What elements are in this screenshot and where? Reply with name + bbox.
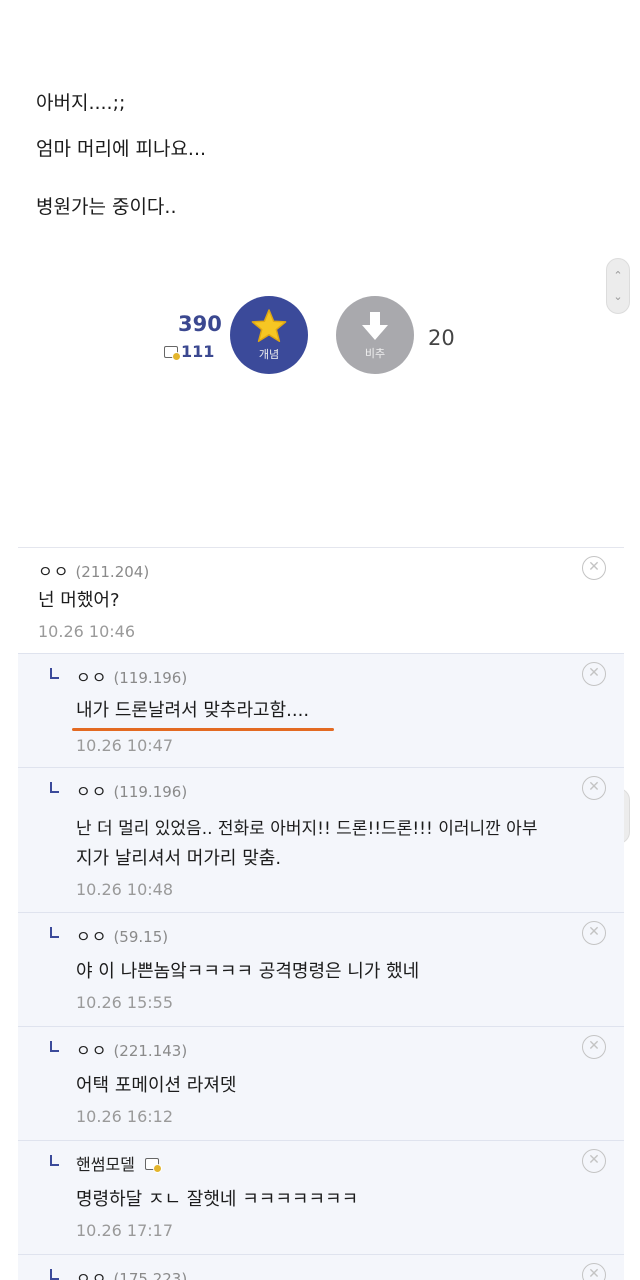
comment-header: ㅇㅇ (175.223) xyxy=(76,1265,187,1280)
comment-date: 10.26 10:46 xyxy=(38,622,135,641)
comment-date: 10.26 15:55 xyxy=(76,993,173,1012)
comment-list: ㅇㅇ (211.204) 넌 머했어? 10.26 10:46 ✕ ㅇㅇ (11… xyxy=(18,547,624,1280)
comment-text: 넌 머했어? xyxy=(38,590,120,611)
comment-date: 10.26 10:47 xyxy=(76,736,173,755)
reply-item: ㅇㅇ (221.143) 어택 포메이션 라져뎃 10.26 16:12 ✕ xyxy=(18,1027,624,1141)
comment-ip: (59.15) xyxy=(113,928,169,946)
post-line-1: 아버지....;; xyxy=(36,92,126,114)
comment-date: 10.26 10:48 xyxy=(76,880,173,899)
fixed-user-icon xyxy=(144,1158,162,1173)
reply-arrow-icon xyxy=(50,1041,59,1052)
reply-arrow-icon xyxy=(50,782,59,793)
reply-item: ㅇㅇ (119.196) 난 더 멀리 있었음.. 전화로 아버지!! 드론!!… xyxy=(18,768,624,913)
post-line-2: 엄마 머리에 피나요... xyxy=(36,138,207,160)
comment-nickname[interactable]: ㅇㅇ xyxy=(38,558,69,582)
comment-header: ㅇㅇ (59.15) xyxy=(76,923,168,947)
comment-header: ㅇㅇ (211.204) xyxy=(38,558,149,582)
comment-header: ㅇㅇ (119.196) xyxy=(76,664,187,688)
comment-text: 어택 포메이션 라져뎃 xyxy=(76,1075,237,1096)
comment-header: ㅇㅇ (221.143) xyxy=(76,1037,187,1061)
recommend-count: 390 xyxy=(178,312,222,336)
not-recommend-label: 비추 xyxy=(364,347,386,360)
recommend-button[interactable]: 개념 xyxy=(230,296,308,374)
circle-x-icon[interactable]: ✕ xyxy=(582,1149,606,1173)
comment-text: 야 이 나쁜놈앜ㅋㅋㅋㅋ 공격명령은 니가 했네 xyxy=(76,961,420,982)
comment-ip: (211.204) xyxy=(75,563,150,581)
comment-nickname[interactable]: ㅇㅇ xyxy=(76,1265,107,1280)
comment-nickname[interactable]: 핸썸모델 xyxy=(76,1151,135,1175)
comment-header: ㅇㅇ (119.196) xyxy=(76,778,187,802)
comment-text-line-1: 난 더 멀리 있었음.. 전화로 아버지!! 드론!!드론!!! 이러니깐 아부 xyxy=(76,819,538,839)
post-page: 아버지....;; 엄마 머리에 피나요... 병원가는 중이다.. ⌃ ⌄ ⌃… xyxy=(0,0,640,1280)
comment-item: ㅇㅇ (211.204) 넌 머했어? 10.26 10:46 ✕ xyxy=(18,548,624,654)
circle-x-icon[interactable]: ✕ xyxy=(582,1035,606,1059)
star-icon xyxy=(251,309,287,343)
comment-text-line-2: 지가 날리셔서 머가리 맞춤. xyxy=(76,848,282,869)
comment-text: 내가 드론날려서 맞추라고함.... xyxy=(76,700,310,721)
comment-nickname[interactable]: ㅇㅇ xyxy=(76,923,107,947)
reply-arrow-icon xyxy=(50,668,59,679)
fixed-recommend-value: 111 xyxy=(181,342,215,361)
circle-x-icon[interactable]: ✕ xyxy=(582,921,606,945)
arrow-down-icon xyxy=(362,312,388,340)
comment-header: 핸썸모델 xyxy=(76,1151,162,1175)
circle-x-icon[interactable]: ✕ xyxy=(582,662,606,686)
comment-nickname[interactable]: ㅇㅇ xyxy=(76,664,107,688)
comment-date: 10.26 16:12 xyxy=(76,1107,173,1126)
not-recommend-count: 20 xyxy=(428,326,455,350)
comment-text: 명령하달 ㅈㄴ 잘햇네 ㅋㅋㅋㅋㅋㅋㅋ xyxy=(76,1189,359,1210)
comment-ip: (175.223) xyxy=(113,1270,188,1280)
post-body: 아버지....;; 엄마 머리에 피나요... 병원가는 중이다.. xyxy=(36,88,596,238)
fixed-recommend-count: 111 xyxy=(164,342,214,361)
reply-arrow-icon xyxy=(50,1269,59,1280)
chevron-up-icon: ⌃ xyxy=(613,269,623,282)
recommend-area: 390 111 개념 비추 20 xyxy=(0,296,640,376)
fixed-user-icon xyxy=(164,345,181,361)
post-line-3: 병원가는 중이다.. xyxy=(36,196,177,218)
comment-ip: (221.143) xyxy=(113,1042,188,1060)
comment-ip: (119.196) xyxy=(113,669,188,687)
recommend-label: 개념 xyxy=(258,348,280,361)
reply-item: ㅇㅇ (59.15) 야 이 나쁜놈앜ㅋㅋㅋㅋ 공격명령은 니가 했네 10.2… xyxy=(18,913,624,1027)
comment-date: 10.26 17:17 xyxy=(76,1221,173,1240)
comment-ip: (119.196) xyxy=(113,783,188,801)
comment-nickname[interactable]: ㅇㅇ xyxy=(76,1037,107,1061)
circle-x-icon[interactable]: ✕ xyxy=(582,776,606,800)
reply-item: 핸썸모델 명령하달 ㅈㄴ 잘햇네 ㅋㅋㅋㅋㅋㅋㅋ 10.26 17:17 ✕ xyxy=(18,1141,624,1255)
reply-item: ㅇㅇ (119.196) 내가 드론날려서 맞추라고함.... 10.26 10… xyxy=(18,654,624,768)
circle-x-icon[interactable]: ✕ xyxy=(582,556,606,580)
circle-x-icon[interactable]: ✕ xyxy=(582,1263,606,1280)
highlight-underline xyxy=(72,728,334,731)
reply-arrow-icon xyxy=(50,1155,59,1166)
reply-item: ㅇㅇ (175.223) ✕ xyxy=(18,1255,624,1280)
reply-arrow-icon xyxy=(50,927,59,938)
comment-nickname[interactable]: ㅇㅇ xyxy=(76,778,107,802)
not-recommend-button[interactable]: 비추 xyxy=(336,296,414,374)
